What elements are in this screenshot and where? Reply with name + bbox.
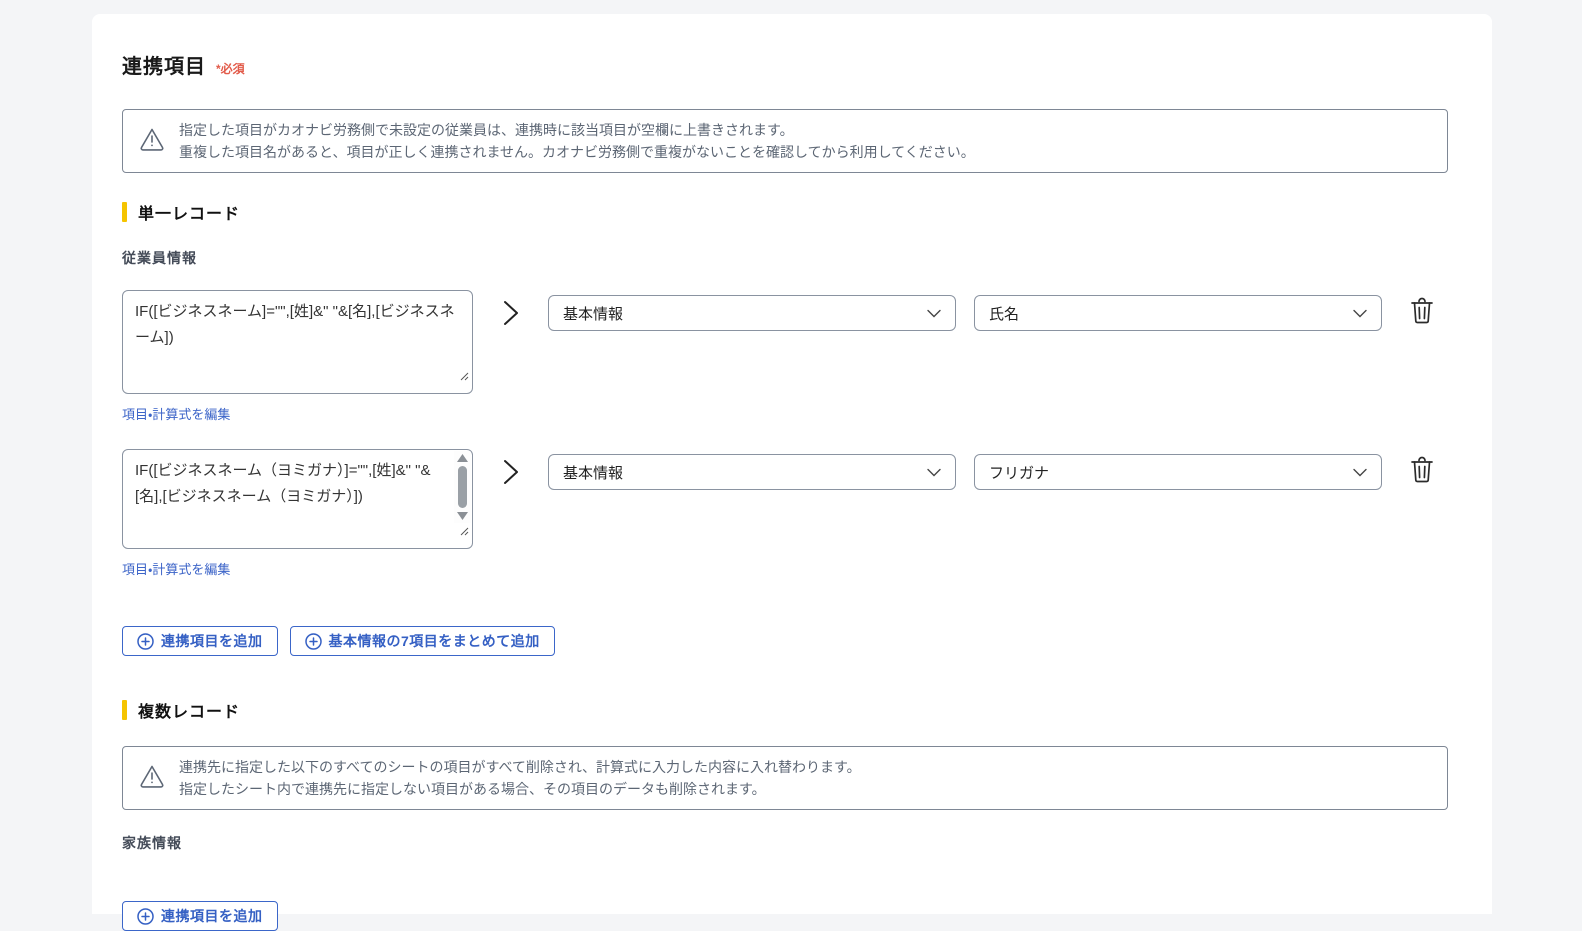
warning-icon [139,126,165,157]
chevron-down-icon [927,305,941,322]
add-bulk-items-label: 基本情報の7項目をまとめて追加 [329,631,540,651]
formula-textarea[interactable]: IF([ビジネスネーム（ヨミガナ）]="",[姓]&" "&[名],[ビジネスネ… [122,449,473,549]
chevron-right-icon [500,457,522,492]
warning-line: 指定したシート内で連携先に指定しない項目がある場合、その項目のデータも削除されま… [179,778,861,800]
field-select[interactable]: フリガナ [974,454,1382,490]
textarea-scrollbar[interactable] [454,451,471,523]
page-title: 連携項目 [122,50,206,79]
subsection-employee-info: 従業員情報 [122,248,1462,268]
scroll-up-icon [457,454,468,462]
field-select-value: フリガナ [989,462,1049,483]
warning-box-multi: 連携先に指定した以下のすべてのシートの項目がすべて削除され、計算式に入力した内容… [122,746,1448,810]
chevron-down-icon [1353,464,1367,481]
page-title-row: 連携項目 *必須 [122,50,1462,79]
warning-text: 連携先に指定した以下のすべてのシートの項目がすべて削除され、計算式に入力した内容… [179,756,861,800]
chevron-down-icon [1353,305,1367,322]
yellow-bar [122,202,127,222]
yellow-bar [122,700,127,720]
section-multi-record: 複数レコード [122,698,1462,722]
section-single-record: 単一レコード [122,200,1462,224]
add-link-item-label: 連携項目を追加 [161,631,263,651]
field-select[interactable]: 氏名 [974,295,1382,331]
resize-grip-icon[interactable] [459,519,469,545]
field-select-value: 氏名 [989,303,1019,324]
required-badge: *必須 [216,60,245,77]
edit-formula-link[interactable]: 項目・計算式を編集 [122,404,230,423]
category-select[interactable]: 基本情報 [548,295,956,331]
plus-circle-icon [305,633,322,650]
chevron-right-icon [500,298,522,333]
subsection-family-info: 家族情報 [122,833,1462,853]
add-buttons-row: 連携項目を追加 基本情報の7項目をまとめて追加 [122,626,1462,656]
warning-text: 指定した項目がカオナビ労務側で未設定の従業員は、連携時に該当項目が空欄に上書きさ… [179,119,975,163]
section-title: 単一レコード [138,200,240,224]
chevron-down-icon [927,464,941,481]
category-select-value: 基本情報 [563,462,623,483]
mapping-row: IF([ビジネスネーム]="",[姓]&" "&[名],[ビジネスネーム]) 項… [122,290,1462,424]
warning-line: 連携先に指定した以下のすべてのシートの項目がすべて削除され、計算式に入力した内容… [179,756,861,778]
add-link-item-button-multi[interactable]: 連携項目を追加 [122,901,278,931]
plus-circle-icon [137,633,154,650]
warning-icon [139,763,165,794]
warning-line: 重複した項目名があると、項目が正しく連携されません。カオナビ労務側で重複がないこ… [179,141,975,163]
formula-text: IF([ビジネスネーム]="",[姓]&" "&[名],[ビジネスネーム]) [135,303,455,346]
add-bulk-items-button[interactable]: 基本情報の7項目をまとめて追加 [290,626,555,656]
delete-row-button[interactable] [1410,297,1434,327]
settings-card: 連携項目 *必須 指定した項目がカオナビ労務側で未設定の従業員は、連携時に該当項… [92,14,1492,914]
formula-textarea[interactable]: IF([ビジネスネーム]="",[姓]&" "&[名],[ビジネスネーム]) [122,290,473,394]
edit-formula-link[interactable]: 項目・計算式を編集 [122,559,230,578]
add-link-item-button[interactable]: 連携項目を追加 [122,626,278,656]
category-select-value: 基本情報 [563,303,623,324]
add-link-item-label: 連携項目を追加 [161,906,263,926]
scrollbar-thumb [458,466,467,508]
mapping-row: IF([ビジネスネーム（ヨミガナ）]="",[姓]&" "&[名],[ビジネスネ… [122,449,1462,579]
formula-text: IF([ビジネスネーム（ヨミガナ）]="",[姓]&" "&[名],[ビジネスネ… [135,462,430,505]
warning-line: 指定した項目がカオナビ労務側で未設定の従業員は、連携時に該当項目が空欄に上書きさ… [179,119,975,141]
delete-row-button[interactable] [1410,456,1434,486]
warning-box-top: 指定した項目がカオナビ労務側で未設定の従業員は、連携時に該当項目が空欄に上書きさ… [122,109,1448,173]
resize-grip-icon[interactable] [459,364,469,390]
section-title: 複数レコード [138,698,240,722]
category-select[interactable]: 基本情報 [548,454,956,490]
